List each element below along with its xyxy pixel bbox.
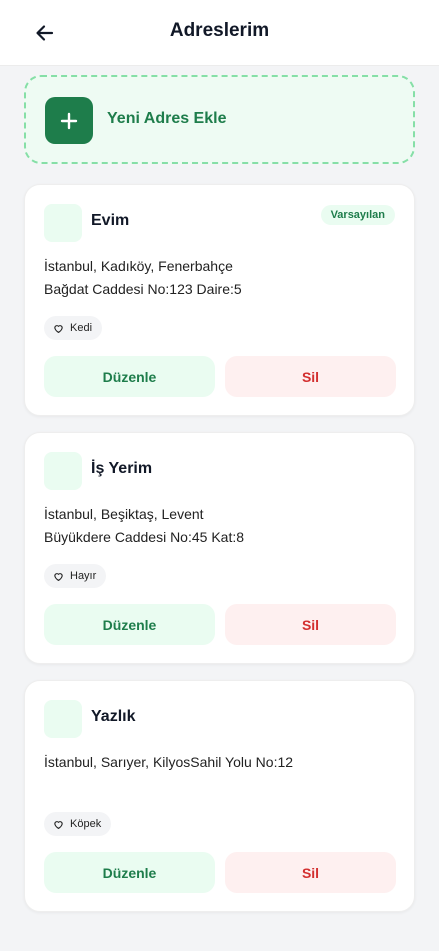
plus-icon (45, 97, 93, 144)
heart-icon (54, 324, 63, 333)
pet-label: Kedi (70, 322, 93, 334)
address-name: Evim (91, 212, 130, 229)
address-line-1: İstanbul, Kadıköy, Fenerbahçe (44, 258, 233, 274)
location-icon (44, 452, 82, 490)
edit-button[interactable]: Düzenle (44, 356, 215, 397)
add-address-label: Yeni Adres Ekle (107, 110, 227, 127)
add-address-card[interactable]: Yeni Adres Ekle (24, 75, 415, 164)
address-card: Evim Varsayılan İstanbul, Kadıköy, Fener… (24, 184, 415, 416)
address-name: İş Yerim (91, 460, 153, 477)
delete-button[interactable]: Sil (225, 852, 396, 893)
edit-button[interactable]: Düzenle (44, 852, 215, 893)
address-line-2: Bağdat Caddesi No:123 Daire:5 (44, 281, 242, 297)
address-card: İş Yerim İstanbul, Beşiktaş, Levent Büyü… (24, 432, 415, 664)
edit-button[interactable]: Düzenle (44, 604, 215, 645)
delete-button[interactable]: Sil (225, 604, 396, 645)
pet-label: Köpek (70, 818, 102, 830)
pet-chip: Hayır (44, 564, 107, 588)
pet-chip: Kedi (44, 316, 103, 340)
address-line-2: Büyükdere Caddesi No:45 Kat:8 (44, 529, 245, 545)
address-line-1: İstanbul, Beşiktaş, Levent (44, 506, 204, 522)
app-header: Adreslerim (0, 0, 439, 66)
pet-chip: Köpek (44, 812, 112, 836)
delete-button[interactable]: Sil (225, 356, 396, 397)
address-card: Yazlık İstanbul, Sarıyer, KilyosSahil Yo… (24, 680, 415, 912)
pet-label: Hayır (70, 570, 97, 582)
heart-icon (54, 572, 63, 581)
location-icon (44, 204, 82, 242)
page-title: Adreslerim (169, 20, 270, 41)
default-badge: Varsayılan (320, 205, 395, 225)
address-name: Yazlık (91, 708, 136, 725)
address-line-1: İstanbul, Sarıyer, KilyosSahil Yolu No:1… (44, 754, 294, 770)
location-icon (44, 700, 82, 738)
heart-icon (54, 820, 63, 829)
